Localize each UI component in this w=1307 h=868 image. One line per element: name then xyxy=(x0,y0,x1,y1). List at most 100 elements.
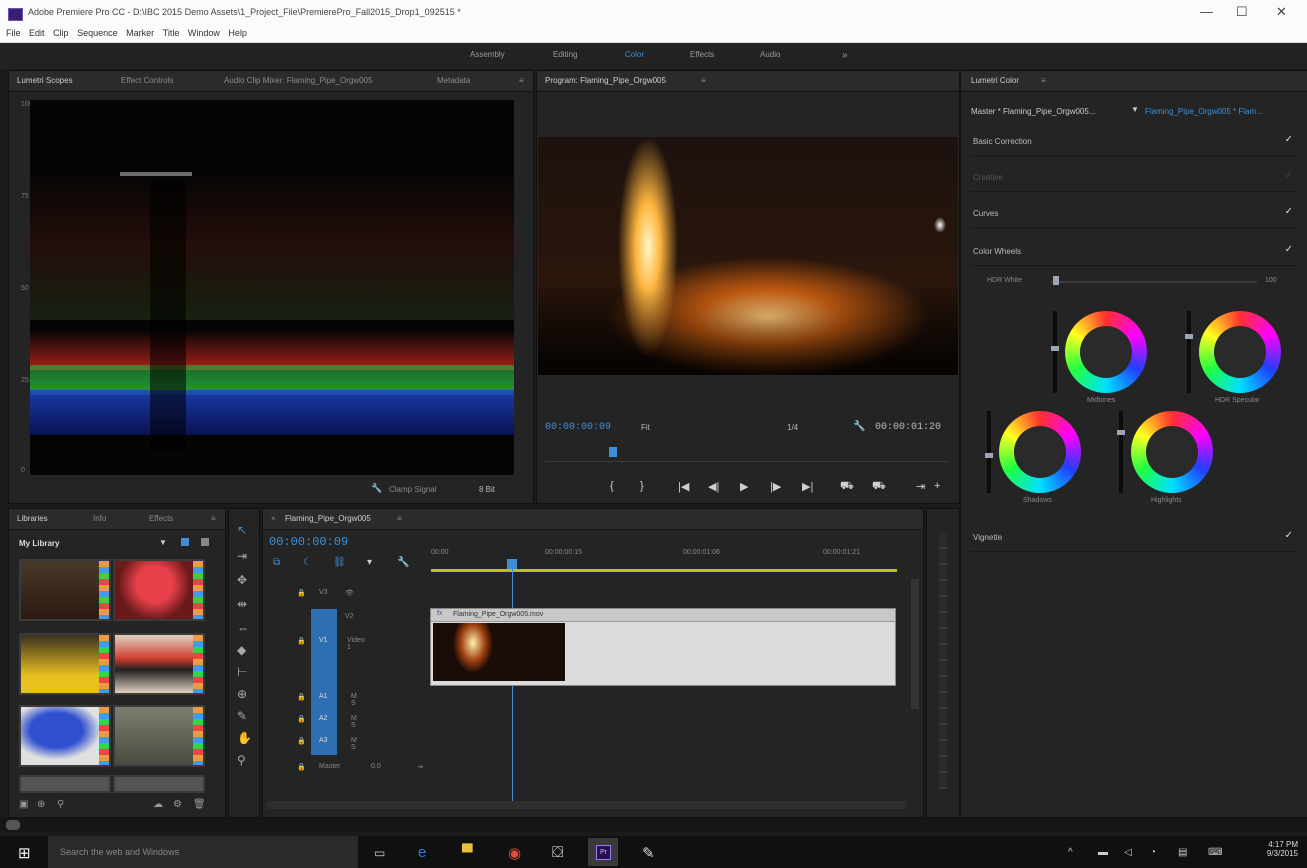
program-monitor-menu-button[interactable]: ≡ xyxy=(701,76,706,85)
eye-icon[interactable]: 👁 xyxy=(345,589,354,597)
section-creative[interactable]: Creative ✓ xyxy=(969,163,1299,192)
workspace-tab-editing[interactable]: Editing xyxy=(553,50,577,59)
go-to-in-button[interactable]: |◀ xyxy=(678,480,689,493)
lock-icon[interactable]: 🔒 xyxy=(297,693,306,701)
battery-icon[interactable]: ▬ xyxy=(1098,847,1108,858)
vignette-checkbox[interactable]: ✓ xyxy=(1285,530,1293,541)
step-back-button[interactable]: ◀| xyxy=(708,480,719,493)
section-basic-correction[interactable]: Basic Correction ✓ xyxy=(969,127,1299,156)
tab-info[interactable]: Info xyxy=(93,514,106,523)
library-thumbnail[interactable] xyxy=(113,559,205,621)
panel-zoom-handle[interactable] xyxy=(6,820,20,830)
hdr-specular-slider[interactable] xyxy=(1185,311,1193,393)
hand-tool-icon[interactable]: ✋ xyxy=(237,731,252,745)
mark-in-button[interactable]: { xyxy=(610,480,614,492)
button-editor-add[interactable]: + xyxy=(934,480,940,492)
close-button[interactable]: ✕ xyxy=(1276,4,1287,20)
timeline-sequence-tab[interactable]: Flaming_Pipe_Orgw005 xyxy=(285,514,371,523)
taskbar-search-box[interactable]: Search the web and Windows xyxy=(48,836,358,868)
add-icon[interactable]: ⊕ xyxy=(37,799,45,810)
library-dropdown-arrow-icon[interactable]: ▼ xyxy=(159,538,167,547)
grid-view-icon[interactable] xyxy=(181,538,189,546)
library-thumbnail[interactable] xyxy=(19,775,111,793)
go-to-end-icon[interactable]: ⇥ xyxy=(417,763,423,771)
cloud-sync-icon[interactable]: ☁ xyxy=(153,799,163,810)
section-vignette[interactable]: Vignette ✓ xyxy=(969,523,1299,552)
lumetri-clip-dropdown-arrow[interactable]: ▼ xyxy=(1131,105,1139,114)
lock-icon[interactable]: 🔒 xyxy=(297,637,306,645)
source-patch-v1[interactable] xyxy=(311,609,337,689)
delete-icon[interactable]: 🗑 xyxy=(193,799,206,810)
store-icon[interactable]: ⛋ xyxy=(552,844,563,861)
midtones-color-wheel[interactable] xyxy=(1065,311,1147,393)
lock-icon[interactable]: 🔒 xyxy=(297,715,306,723)
linked-selection-icon[interactable]: ⛓ xyxy=(333,557,346,568)
pen-tool-icon[interactable]: ✎ xyxy=(237,709,247,723)
slip-tool-icon[interactable]: ⊢ xyxy=(237,665,247,679)
track-v1-name[interactable]: V1 xyxy=(319,637,328,644)
library-thumbnail[interactable] xyxy=(19,633,111,695)
track-a1-mute-solo[interactable]: M S xyxy=(351,693,357,707)
timeline-timecode[interactable]: 00:00:00:09 xyxy=(269,535,348,549)
creative-checkbox[interactable]: ✓ xyxy=(1285,170,1293,181)
show-hidden-icons[interactable]: ^ xyxy=(1068,847,1073,858)
library-selector-dropdown[interactable]: My Library xyxy=(19,539,169,548)
step-forward-button[interactable]: |▶ xyxy=(770,480,781,493)
rolling-edit-tool-icon[interactable]: ⇹ xyxy=(237,597,247,611)
lumetri-sequence-clip-link[interactable]: Flaming_Pipe_Orgw005 * Flam... xyxy=(1145,107,1263,116)
filter-icon[interactable]: ⚲ xyxy=(57,799,64,810)
rate-stretch-tool-icon[interactable]: ⇔ xyxy=(237,621,249,635)
program-monitor-title[interactable]: Program: Flaming_Pipe_Orgw005 xyxy=(545,76,666,85)
workspace-more-button[interactable]: » xyxy=(842,50,848,61)
midtones-slider-knob[interactable] xyxy=(1051,345,1059,351)
work-area-bar[interactable] xyxy=(431,569,897,572)
scope-clamp-signal-label[interactable]: Clamp Signal xyxy=(389,485,437,494)
track-v2-name[interactable]: V2 xyxy=(345,613,354,620)
scope-bit-depth-dropdown[interactable]: 8 Bit xyxy=(479,485,495,494)
menu-file[interactable]: File xyxy=(6,28,21,38)
taskbar-clock[interactable]: 4:17 PM 9/3/2015 xyxy=(1244,840,1298,858)
track-a2-name[interactable]: A2 xyxy=(319,715,328,722)
library-thumbnail[interactable] xyxy=(113,705,205,767)
lock-icon[interactable]: 🔒 xyxy=(297,589,306,597)
razor-tool-icon[interactable]: ◆ xyxy=(237,643,246,657)
windows-start-icon[interactable]: ⊞ xyxy=(18,844,31,862)
lift-button[interactable]: ⛟ xyxy=(840,480,854,494)
highlights-slider[interactable] xyxy=(1117,411,1125,493)
lumetri-color-menu-button[interactable]: ≡ xyxy=(1041,76,1046,85)
program-playhead[interactable] xyxy=(609,447,617,457)
library-thumbnail[interactable] xyxy=(19,559,111,621)
program-current-timecode[interactable]: 00:00:00:09 xyxy=(545,422,611,433)
tab-effect-controls[interactable]: Effect Controls xyxy=(121,76,173,85)
workspace-tab-audio[interactable]: Audio xyxy=(760,50,780,59)
task-view-icon[interactable]: ▭ xyxy=(374,846,385,860)
program-resolution-dropdown[interactable]: 1/4 xyxy=(787,423,798,432)
nest-toggle-icon[interactable]: ⧉ xyxy=(273,557,280,568)
tab-libraries[interactable]: Libraries xyxy=(17,514,48,523)
workspace-tab-effects[interactable]: Effects xyxy=(690,50,714,59)
selection-tool-icon[interactable]: ↖ xyxy=(237,523,247,537)
add-marker-icon[interactable]: ▾ xyxy=(367,557,372,568)
menu-marker[interactable]: Marker xyxy=(126,28,154,38)
paint-icon[interactable]: ✎ xyxy=(642,844,655,862)
lock-icon[interactable]: 🔒 xyxy=(297,763,306,771)
workspace-tab-assembly[interactable]: Assembly xyxy=(470,50,505,59)
timeline-horizontal-scrollbar[interactable] xyxy=(267,801,907,809)
tab-audio-clip-mixer[interactable]: Audio Clip Mixer: Flaming_Pipe_Orgw005 xyxy=(224,76,373,85)
list-view-icon[interactable] xyxy=(201,538,209,546)
scopes-panel-menu-button[interactable]: ≡ xyxy=(519,76,524,85)
hdr-white-slider-knob[interactable] xyxy=(1053,276,1059,285)
lumetri-color-title[interactable]: Lumetri Color xyxy=(971,76,1019,85)
master-track-value[interactable]: 0.0 xyxy=(371,763,381,770)
timeline-settings-wrench-icon[interactable]: 🔧 xyxy=(397,557,409,568)
shadows-slider[interactable] xyxy=(985,411,993,493)
extract-button[interactable]: ⛟ xyxy=(872,480,886,494)
section-color-wheels[interactable]: Color Wheels ✓ xyxy=(969,237,1299,266)
track-a3-name[interactable]: A3 xyxy=(319,737,328,744)
menu-title[interactable]: Title xyxy=(163,28,180,38)
menu-edit[interactable]: Edit xyxy=(29,28,45,38)
keyboard-icon[interactable]: ⌨ xyxy=(1208,847,1222,858)
clip-fx-badge[interactable]: fx xyxy=(437,610,442,617)
timeline-playhead-handle[interactable] xyxy=(507,559,517,569)
track-a3-mute-solo[interactable]: M S xyxy=(351,737,357,751)
